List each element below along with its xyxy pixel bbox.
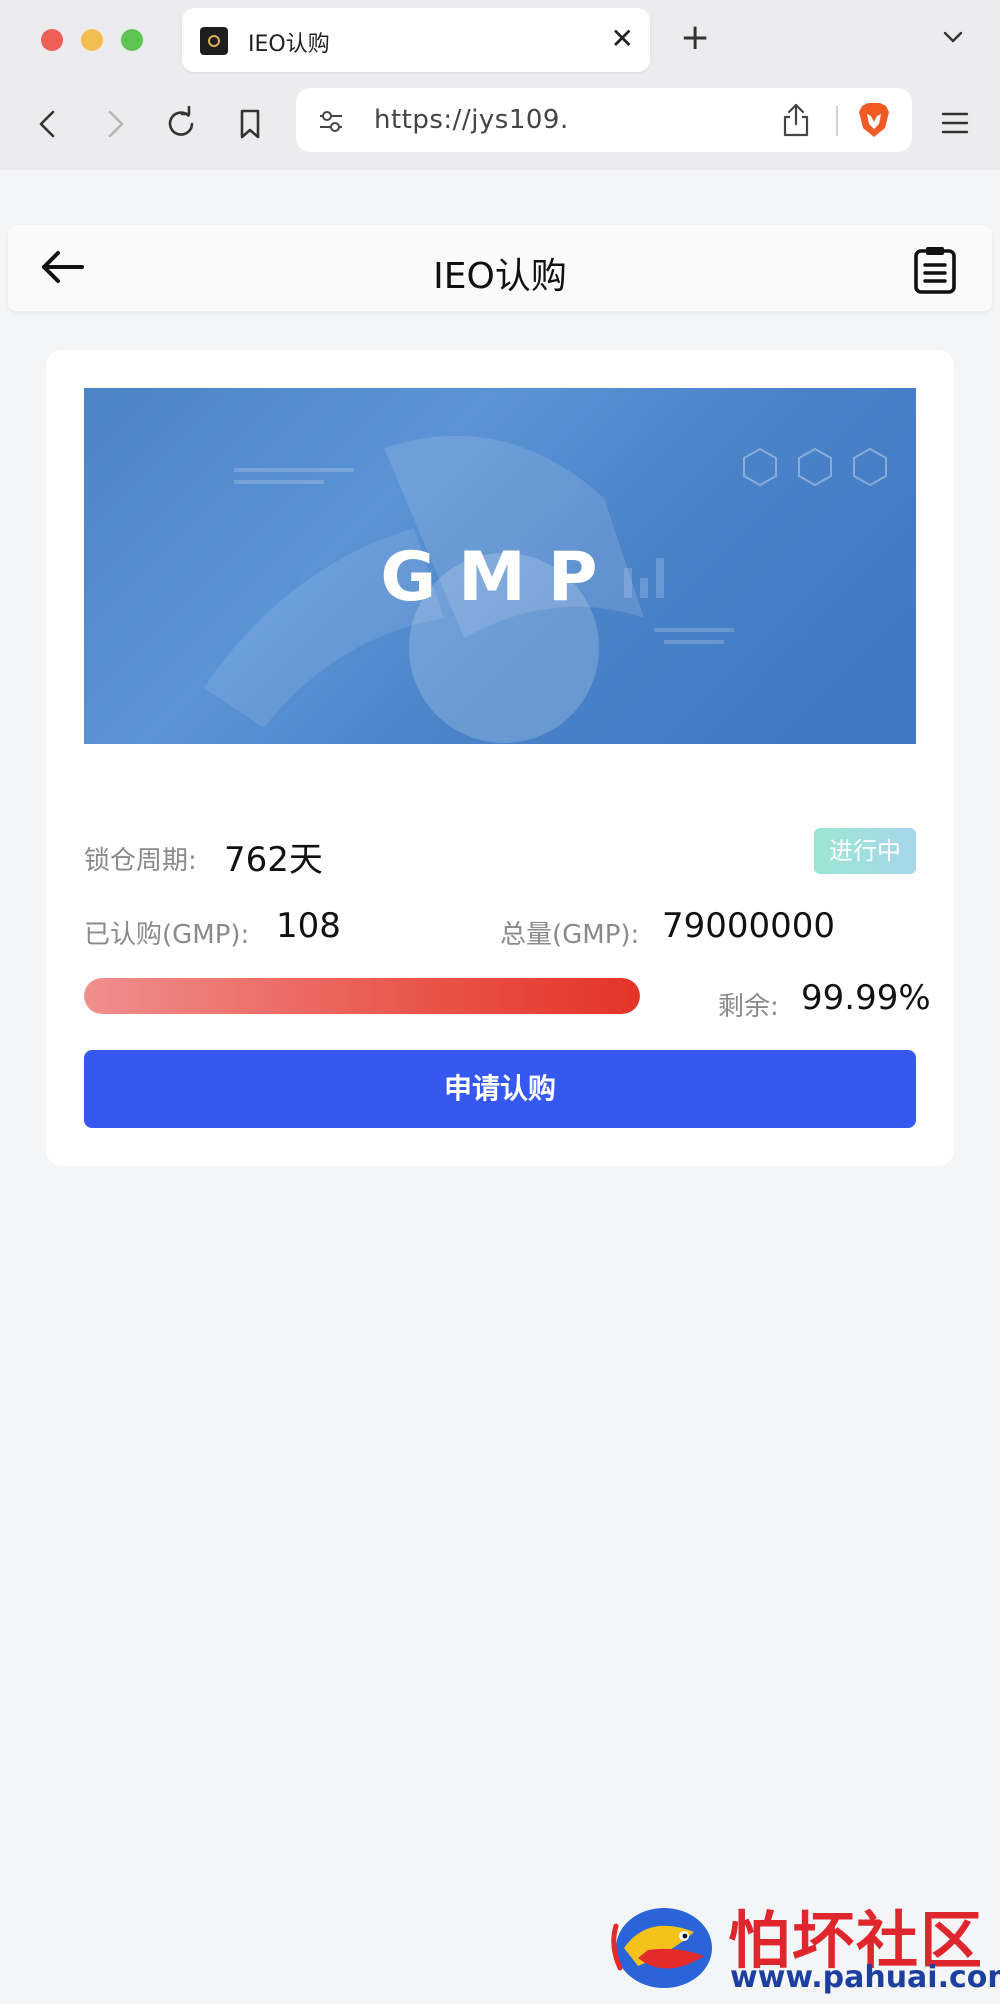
- lock-period-label: 锁仓周期:: [84, 846, 197, 876]
- url-text[interactable]: https://jys109.: [374, 105, 569, 135]
- apply-subscription-button[interactable]: 申请认购: [84, 1050, 916, 1128]
- app-header: IEO认购: [8, 225, 992, 311]
- brave-lion-icon[interactable]: [856, 100, 892, 144]
- tab-title: IEO认购: [248, 32, 330, 57]
- total-label: 总量(GMP):: [500, 920, 640, 950]
- tune-icon[interactable]: [316, 106, 346, 140]
- chevron-down-icon[interactable]: [940, 24, 966, 54]
- status-badge: 进行中: [814, 828, 916, 874]
- ieo-card: GMP 锁仓周期: 762天 进行中 已认购(GMP): 108 总量(GMP)…: [46, 350, 954, 1166]
- watermark-url: www.pahuai.com: [730, 1960, 1000, 1995]
- progress-fill: [84, 978, 640, 1014]
- share-icon[interactable]: [780, 102, 812, 142]
- browser-chrome: IEO认购 ✕ + https://jys109.: [0, 0, 1000, 170]
- new-tab-button[interactable]: +: [680, 16, 710, 60]
- bookmark-icon[interactable]: [228, 102, 272, 146]
- remaining-value: 99.99%: [801, 978, 931, 1018]
- site-favicon-icon: [200, 27, 228, 55]
- window-zoom-button[interactable]: [121, 29, 143, 51]
- subscribed-value: 108: [276, 906, 341, 946]
- forward-arrow-icon[interactable]: [93, 102, 137, 146]
- tab-close-button[interactable]: ✕: [611, 22, 634, 56]
- banner-title: GMP: [380, 538, 620, 617]
- project-banner: GMP: [84, 388, 916, 744]
- subscription-progress-bar: [84, 978, 640, 1014]
- page-title: IEO认购: [433, 256, 567, 297]
- address-bar[interactable]: https://jys109.: [296, 88, 912, 152]
- back-arrow-icon[interactable]: [26, 102, 70, 146]
- window-minimize-button[interactable]: [81, 29, 103, 51]
- window-close-button[interactable]: [41, 29, 63, 51]
- remaining-label: 剩余:: [718, 992, 779, 1022]
- total-value: 79000000: [662, 906, 836, 946]
- toolbar-divider: [836, 106, 838, 136]
- subscribed-label: 已认购(GMP):: [84, 920, 250, 950]
- clipboard-list-icon[interactable]: [912, 245, 958, 299]
- tab-bar: IEO认购 ✕ +: [0, 0, 1000, 80]
- watermark: 怕坏社区 www.pahuai.com: [600, 1890, 1000, 2000]
- fish-logo-icon: [608, 1896, 720, 2000]
- reload-icon[interactable]: [160, 102, 204, 146]
- lock-period-value: 762天: [224, 840, 323, 880]
- browser-tab[interactable]: IEO认购 ✕: [182, 8, 650, 72]
- hamburger-menu-icon[interactable]: [940, 108, 970, 142]
- browser-toolbar: https://jys109.: [0, 80, 1000, 170]
